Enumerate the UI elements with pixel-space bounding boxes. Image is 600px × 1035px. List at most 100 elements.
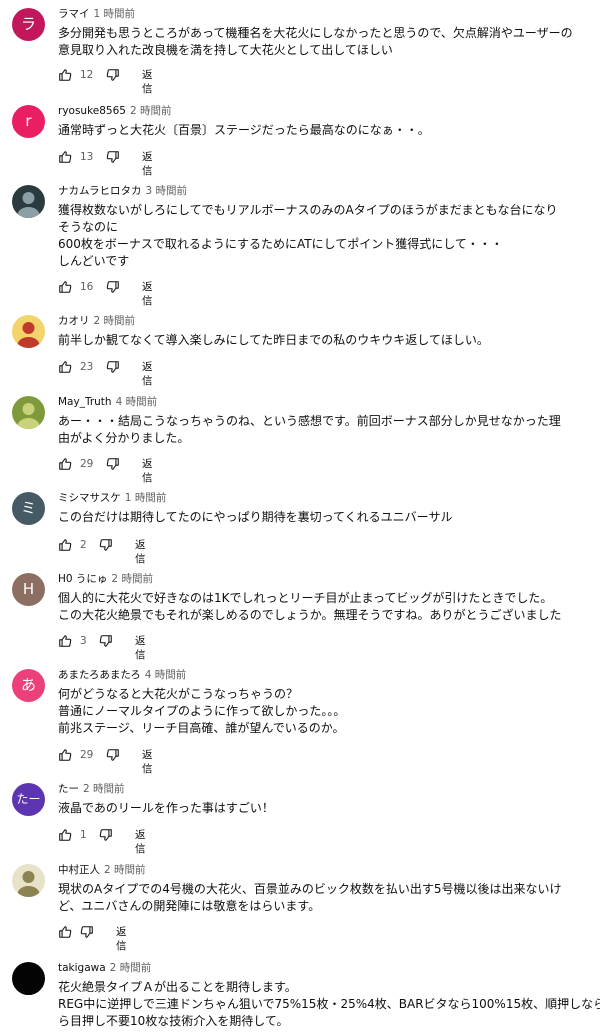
like-button[interactable] [58, 634, 72, 648]
reply-button[interactable]: 返信 [142, 150, 153, 178]
avatar[interactable]: H [12, 573, 45, 606]
like-count: 13 [80, 151, 94, 163]
author-name[interactable]: ラマイ [58, 8, 90, 20]
reply-button[interactable]: 返信 [142, 68, 153, 96]
reply-button[interactable]: 返信 [142, 360, 153, 388]
like-button[interactable] [58, 457, 72, 471]
comment-header: ミシマサスケ 1 時間前 [58, 491, 166, 505]
thumb-down-icon [106, 748, 120, 762]
avatar[interactable] [12, 864, 45, 897]
like-button[interactable] [58, 68, 72, 82]
timestamp[interactable]: 2 時間前 [104, 864, 146, 876]
thumb-down-icon [106, 280, 120, 294]
like-button[interactable] [58, 538, 72, 552]
timestamp[interactable]: 2 時間前 [83, 783, 125, 795]
like-button[interactable] [58, 925, 72, 939]
timestamp[interactable]: 2 時間前 [110, 962, 152, 974]
dislike-button[interactable] [106, 150, 120, 164]
thumb-up-icon [58, 360, 72, 374]
comment-text: 花火絶景タイプＡが出ることを期待します。 REG中に逆押しで三連ドンちゃん狙いで7… [58, 979, 600, 1030]
comment-line: 現状のAタイプでの4号機の大花火、百景並みのビック枚数を払い出す5号機以後は出来… [58, 882, 562, 896]
reply-button[interactable]: 返信 [135, 538, 146, 566]
like-button[interactable] [58, 748, 72, 762]
reply-button[interactable]: 返信 [116, 925, 127, 953]
comment-line: 個人的に大花火で好きなのは1Kでしれっとリーチ目が止まってビッグが引けたときでし… [58, 591, 553, 605]
thumb-up-icon [58, 748, 72, 762]
like-count: 1 [80, 829, 87, 841]
thumb-down-icon [106, 68, 120, 82]
comment-text: 多分開発も思うところがあって機種名を大花火にしなかったと思うので、欠点解消やユー… [58, 25, 590, 59]
avatar[interactable]: たー [12, 783, 45, 816]
author-name[interactable]: あまたろあまたろ [58, 669, 141, 681]
comment-line: この台だけは期待してたのにやっぱり期待を裏切ってくれるユニバーサル [58, 510, 453, 524]
reply-button[interactable]: 返信 [142, 280, 153, 308]
thumb-down-icon [99, 634, 113, 648]
comment-header: あまたろあまたろ 4 時間前 [58, 668, 186, 682]
author-name[interactable]: takigawa [58, 962, 106, 974]
thumb-down-icon [99, 828, 113, 842]
comment-header: ryosuke8565 2 時間前 [58, 104, 172, 118]
author-name[interactable]: H0 うにゅ [58, 573, 107, 585]
dislike-button[interactable] [106, 360, 120, 374]
timestamp[interactable]: 1 時間前 [125, 492, 167, 504]
timestamp[interactable]: 2 時間前 [130, 105, 172, 117]
avatar[interactable]: r [12, 105, 45, 138]
dislike-button[interactable] [99, 538, 113, 552]
author-name[interactable]: 中村正人 [58, 864, 100, 876]
like-count: 16 [80, 281, 94, 293]
avatar[interactable] [12, 185, 45, 218]
dislike-button[interactable] [106, 68, 120, 82]
reply-button[interactable]: 返信 [142, 748, 153, 776]
avatar[interactable] [12, 962, 45, 995]
avatar[interactable] [12, 315, 45, 348]
reply-button[interactable]: 返信 [135, 634, 146, 662]
comment-line: 何がどうなると大花火がこうなっちゃうの？ [58, 687, 299, 701]
dislike-button[interactable] [106, 280, 120, 294]
comment-text: あー・・・結局こうなっちゃうのね、という感想です。前回ボーナス部分しか見せなかっ… [58, 413, 590, 447]
comment-header: May_Truth 4 時間前 [58, 395, 157, 409]
dislike-button[interactable] [106, 457, 120, 471]
comment-line: この大花火絶景でもそれが楽しめるのでしょうか。無理そうですね。ありがとうございま… [58, 608, 562, 622]
thumb-down-icon [106, 150, 120, 164]
author-name[interactable]: May_Truth [58, 396, 112, 408]
dislike-button[interactable] [99, 828, 113, 842]
comment-header: たー 2 時間前 [58, 782, 125, 796]
dislike-button[interactable] [80, 925, 94, 939]
comment-text: 液晶であのリールを作った事はすごい！ [58, 800, 590, 817]
comment-header: ナカムラヒロタカ 3 時間前 [58, 184, 187, 198]
comment-line: 花火絶景タイプＡが出ることを期待します。 [58, 980, 297, 994]
dislike-button[interactable] [106, 748, 120, 762]
thumb-up-icon [58, 538, 72, 552]
like-count: 23 [80, 361, 94, 373]
timestamp[interactable]: 4 時間前 [145, 669, 187, 681]
author-name[interactable]: ミシマサスケ [58, 492, 121, 504]
comment-line: 意見取り入れた改良機を満を持して大花火として出してほしい [58, 43, 393, 57]
thumb-up-icon [58, 150, 72, 164]
like-button[interactable] [58, 150, 72, 164]
timestamp[interactable]: 2 時間前 [111, 573, 153, 585]
avatar[interactable]: ミ [12, 492, 45, 525]
comment-line: 由がよく分かりました。 [58, 431, 190, 445]
reply-button[interactable]: 返信 [135, 828, 146, 856]
author-name[interactable]: カオリ [58, 315, 90, 327]
author-name[interactable]: ナカムラヒロタカ [58, 185, 141, 197]
like-button[interactable] [58, 828, 72, 842]
timestamp[interactable]: 2 時間前 [94, 315, 136, 327]
avatar[interactable]: あ [12, 669, 45, 702]
timestamp[interactable]: 1 時間前 [94, 8, 136, 20]
like-button[interactable] [58, 360, 72, 374]
comment-line: ら目押し不要10枚な技術介入を期待して。 [58, 1014, 289, 1028]
comment-header: カオリ 2 時間前 [58, 314, 135, 328]
avatar[interactable]: ラ [12, 8, 45, 41]
comment-text: 獲得枚数ないがしろにしてでもリアルボーナスのみのAタイプのほうがまだまともな台に… [58, 202, 590, 270]
timestamp[interactable]: 4 時間前 [116, 396, 158, 408]
comment-line: 前兆ステージ、リーチ目高確、誰が望んでいるのか。 [58, 721, 345, 735]
like-button[interactable] [58, 280, 72, 294]
timestamp[interactable]: 3 時間前 [145, 185, 187, 197]
dislike-button[interactable] [99, 634, 113, 648]
thumb-up-icon [58, 457, 72, 471]
avatar[interactable] [12, 396, 45, 429]
author-name[interactable]: ryosuke8565 [58, 105, 126, 117]
author-name[interactable]: たー [58, 783, 79, 795]
reply-button[interactable]: 返信 [142, 457, 153, 485]
